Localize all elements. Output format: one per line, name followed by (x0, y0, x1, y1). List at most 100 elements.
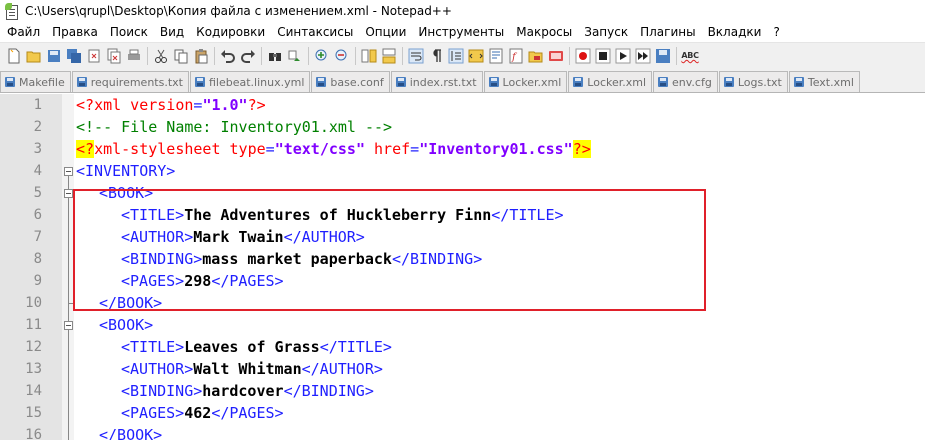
tab-requirements[interactable]: requirements.txt (71, 71, 189, 92)
tab-locker-xml-1[interactable]: Locker.xml (483, 71, 568, 92)
menu-settings[interactable]: Опции (359, 22, 412, 42)
tab-label: Makefile (19, 75, 65, 89)
code-text[interactable]: <!-- File Name: Inventory01.xml --> (76, 116, 392, 138)
menu-tools[interactable]: Инструменты (412, 22, 510, 42)
record-macro-icon[interactable] (575, 48, 591, 64)
line-number: 15 (25, 405, 42, 421)
toolbar-separator (355, 46, 356, 65)
tab-label: filebeat.linux.yml (208, 75, 305, 89)
title-bar: C:\Users\qrupl\Desktop\Копия файла с изм… (0, 0, 925, 22)
tab-text-xml[interactable]: Text.xml (788, 71, 860, 92)
menu-edit[interactable]: Правка (46, 22, 104, 42)
save-icon[interactable] (46, 48, 62, 64)
replace-icon[interactable] (287, 48, 303, 64)
code-text[interactable]: <PAGES>462</PAGES> (121, 402, 284, 424)
indent-guide-icon[interactable] (448, 48, 464, 64)
code-line: 14 <BINDING>hardcover</BINDING> (0, 380, 925, 402)
tab-label: index.rst.txt (409, 75, 477, 89)
tab-index-rst[interactable]: index.rst.txt (390, 71, 483, 92)
code-text[interactable]: <AUTHOR>Walt Whitman</AUTHOR> (121, 358, 383, 380)
menu-macro[interactable]: Макросы (510, 22, 578, 42)
menu-help[interactable]: ? (767, 22, 785, 42)
menu-run[interactable]: Запуск (578, 22, 634, 42)
tab-label: base.conf (330, 75, 384, 89)
code-text[interactable]: <BOOK> (99, 314, 153, 336)
menu-search[interactable]: Поиск (104, 22, 154, 42)
cut-icon[interactable] (153, 48, 169, 64)
code-text[interactable]: <INVENTORY> (76, 160, 175, 182)
line-number: 4 (33, 163, 42, 179)
line-number: 3 (33, 141, 42, 157)
sync-vertical-icon[interactable] (361, 48, 377, 64)
editor-area[interactable]: 1 <?xml version="1.0"?> 2 <!-- File Name… (0, 94, 925, 440)
saved-file-icon (573, 76, 584, 88)
tab-env-cfg[interactable]: env.cfg (653, 71, 718, 92)
document-map-icon[interactable] (488, 48, 504, 64)
line-number: 6 (33, 207, 42, 223)
toolbar-separator (402, 46, 403, 65)
tab-label: Text.xml (807, 75, 854, 89)
toolbar: f ABC (0, 42, 925, 68)
line-number: 2 (33, 119, 42, 135)
toolbar-separator (308, 46, 309, 65)
stop-macro-icon[interactable] (595, 48, 611, 64)
tab-logs-txt[interactable]: Logs.txt (718, 71, 788, 92)
zoom-out-icon[interactable] (334, 48, 350, 64)
save-all-icon[interactable] (66, 48, 82, 64)
sync-horizontal-icon[interactable] (381, 48, 397, 64)
tab-label: Locker.xml (502, 75, 562, 89)
code-text[interactable]: <?xml version="1.0"?> (76, 94, 266, 116)
paste-icon[interactable] (193, 48, 209, 64)
undo-icon[interactable] (220, 48, 236, 64)
print-icon[interactable] (126, 48, 142, 64)
copy-icon[interactable] (173, 48, 189, 64)
redo-icon[interactable] (240, 48, 256, 64)
code-text[interactable]: <BINDING>hardcover</BINDING> (121, 380, 374, 402)
toolbar-separator (676, 46, 677, 65)
folder-workspace-icon[interactable] (528, 48, 544, 64)
monitoring-icon[interactable] (548, 48, 564, 64)
line-number: 14 (25, 383, 42, 399)
line-number: 9 (33, 273, 42, 289)
saved-file-icon (658, 76, 669, 88)
menu-window[interactable]: Вкладки (702, 22, 768, 42)
menu-view[interactable]: Вид (154, 22, 190, 42)
run-macro-multiple-icon[interactable] (635, 48, 651, 64)
tab-bar: Makefile requirements.txt filebeat.linux… (0, 68, 925, 93)
code-text[interactable]: </BOOK> (99, 424, 162, 440)
open-folder-icon[interactable] (26, 48, 42, 64)
menu-file[interactable]: Файл (0, 22, 46, 42)
menu-plugins[interactable]: Плагины (634, 22, 701, 42)
saved-file-icon (488, 76, 500, 88)
zoom-in-icon[interactable] (314, 48, 330, 64)
tab-base-conf[interactable]: base.conf (311, 71, 390, 92)
close-all-icon[interactable] (106, 48, 122, 64)
code-text[interactable]: <TITLE>Leaves of Grass</TITLE> (121, 336, 392, 358)
window-title: C:\Users\qrupl\Desktop\Копия файла с изм… (25, 4, 452, 18)
save-macro-icon[interactable] (655, 48, 671, 64)
brace-match-highlight: ?> (572, 140, 591, 158)
tab-makefile[interactable]: Makefile (0, 71, 71, 92)
function-list-icon[interactable]: f (508, 48, 524, 64)
play-macro-icon[interactable] (615, 48, 631, 64)
language-xml-icon[interactable] (468, 48, 484, 64)
code-text[interactable]: <?xml-stylesheet type="text/css" href="I… (76, 138, 591, 160)
spell-check-icon[interactable]: ABC (681, 48, 699, 64)
menu-language[interactable]: Синтаксисы (271, 22, 359, 42)
find-icon[interactable] (267, 48, 283, 64)
close-file-icon[interactable] (86, 48, 102, 64)
tab-filebeat[interactable]: filebeat.linux.yml (189, 71, 311, 92)
line-number: 11 (25, 317, 42, 333)
code-line: 16 </BOOK> (0, 424, 925, 440)
menu-encoding[interactable]: Кодировки (190, 22, 271, 42)
code-line: 1 <?xml version="1.0"?> (0, 94, 925, 116)
toolbar-separator (214, 46, 215, 65)
tab-label: env.cfg (672, 75, 712, 89)
tab-locker-xml-2[interactable]: Locker.xml (568, 71, 653, 92)
line-number: 12 (25, 339, 42, 355)
new-file-icon[interactable] (6, 48, 22, 64)
notepad-plus-plus-icon (5, 3, 19, 20)
annotation-highlight-box (73, 189, 706, 311)
word-wrap-icon[interactable] (408, 48, 424, 64)
show-all-chars-icon[interactable] (428, 48, 444, 64)
